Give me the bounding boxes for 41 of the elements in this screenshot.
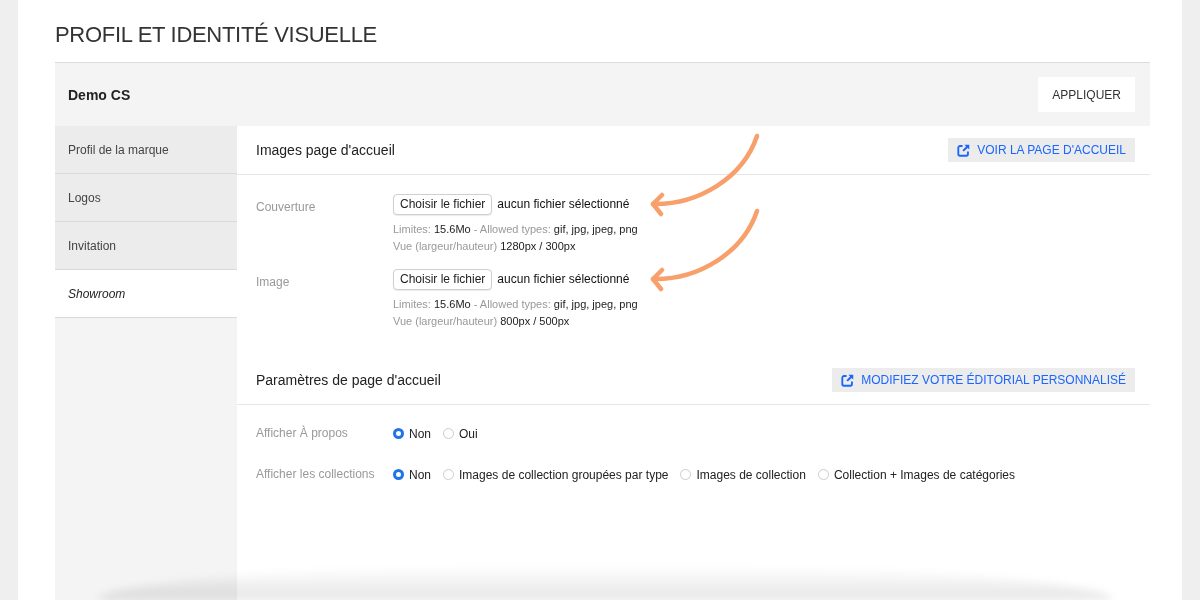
hint-label: Vue (largeur/hauteur) bbox=[393, 240, 498, 252]
file-status: aucun fichier sélectionné bbox=[497, 272, 630, 286]
link-button[interactable]: VOIR LA PAGE D'ACCUEIL bbox=[948, 138, 1135, 162]
field-label: Afficher À propos bbox=[256, 424, 349, 442]
hint-value: gif, jpg, jpeg, png bbox=[553, 223, 638, 235]
section-title: Paramètres de page d'accueil bbox=[256, 372, 441, 388]
field-label: Afficher les collections bbox=[256, 466, 376, 483]
choose-file-button[interactable]: Choisir le fichier bbox=[393, 193, 493, 215]
account-name: Demo CS bbox=[68, 86, 131, 103]
field-label: Image bbox=[256, 274, 291, 291]
apply-button[interactable]: APPLIQUER bbox=[1038, 77, 1135, 112]
choose-file-button[interactable]: Choisir le fichier bbox=[393, 268, 493, 290]
sidebar-item[interactable]: Logos bbox=[55, 174, 237, 222]
hint-label: Vue (largeur/hauteur) bbox=[393, 315, 498, 327]
sidebar-item[interactable]: Invitation bbox=[55, 222, 237, 270]
option-label: Oui bbox=[459, 426, 478, 441]
hint-label: Limites: bbox=[393, 223, 431, 235]
external-link-icon bbox=[957, 143, 971, 157]
hint-value: 800px / 500px bbox=[500, 315, 570, 327]
radio-button[interactable] bbox=[393, 428, 404, 439]
hint-value: 15.6Mo bbox=[433, 298, 471, 310]
option-label: Non bbox=[409, 426, 431, 441]
section-title: Images page d'accueil bbox=[256, 142, 395, 158]
hint-label: - Allowed types: bbox=[473, 298, 551, 310]
external-link-icon bbox=[841, 373, 855, 387]
file-status: aucun fichier sélectionné bbox=[497, 197, 630, 211]
hint-value: gif, jpg, jpeg, png bbox=[553, 298, 638, 310]
hint-value: 1280px / 300px bbox=[500, 240, 576, 252]
hint-value: 15.6Mo bbox=[433, 223, 471, 235]
sidebar-item[interactable]: Profil de la marque bbox=[55, 126, 237, 174]
hint-label: - Allowed types: bbox=[473, 223, 551, 235]
option-label: Non bbox=[409, 467, 431, 482]
option-label: Images de collection bbox=[696, 467, 806, 482]
hint-label: Limites: bbox=[393, 298, 431, 310]
page-title: PROFIL ET IDENTITÉ VISUELLE bbox=[55, 21, 378, 49]
option-label: Collection + Images de catégories bbox=[833, 467, 1015, 482]
field-label: Couverture bbox=[256, 199, 317, 216]
option-label: Images de collection groupées par type bbox=[459, 467, 669, 482]
radio-button[interactable] bbox=[393, 469, 404, 480]
sidebar-item[interactable]: Showroom bbox=[55, 270, 237, 318]
link-button[interactable]: MODIFIEZ VOTRE ÉDITORIAL PERSONNALISÉ bbox=[832, 368, 1135, 392]
